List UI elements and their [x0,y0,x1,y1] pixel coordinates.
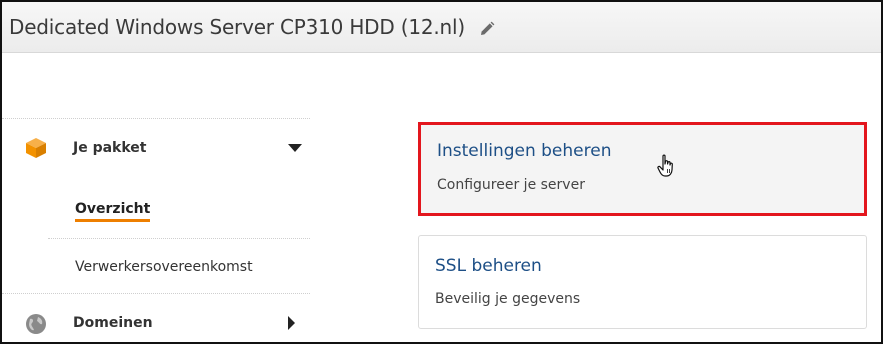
card-instellingen-beheren[interactable]: Instellingen beheren Configureer je serv… [418,122,867,216]
page-header: Dedicated Windows Server CP310 HDD (12.n… [2,2,881,53]
package-box-icon [24,136,48,160]
sidebar-item-je-pakket[interactable]: Je pakket [2,119,310,177]
card-title[interactable]: Instellingen beheren [437,141,611,161]
sidebar-subitem-label: Verwerkersovereenkomst [75,259,253,275]
card-subtitle: Beveilig je gegevens [435,291,581,307]
pencil-icon[interactable] [479,21,495,37]
card-title[interactable]: SSL beheren [435,256,542,276]
window-frame: Dedicated Windows Server CP310 HDD (12.n… [0,0,883,344]
sidebar-subitem-overzicht[interactable]: Overzicht [48,180,310,238]
sidebar-item-label: Je pakket [73,140,147,156]
chevron-right-icon[interactable] [288,316,295,330]
sidebar-subitem-label: Overzicht [75,201,151,222]
card-ssl-beheren[interactable]: SSL beheren Beveilig je gegevens [418,235,867,329]
card-subtitle: Configureer je server [437,177,585,193]
hand-pointer-icon [657,154,675,178]
globe-icon [24,312,48,336]
chevron-down-icon[interactable] [288,144,302,152]
sidebar-item-domeinen[interactable]: Domeinen [2,294,310,342]
sidebar-item-label: Domeinen [73,315,153,331]
sidebar-subitem-verwerkersovereenkomst[interactable]: Verwerkersovereenkomst [48,238,310,296]
page-title: Dedicated Windows Server CP310 HDD (12.n… [9,15,465,39]
